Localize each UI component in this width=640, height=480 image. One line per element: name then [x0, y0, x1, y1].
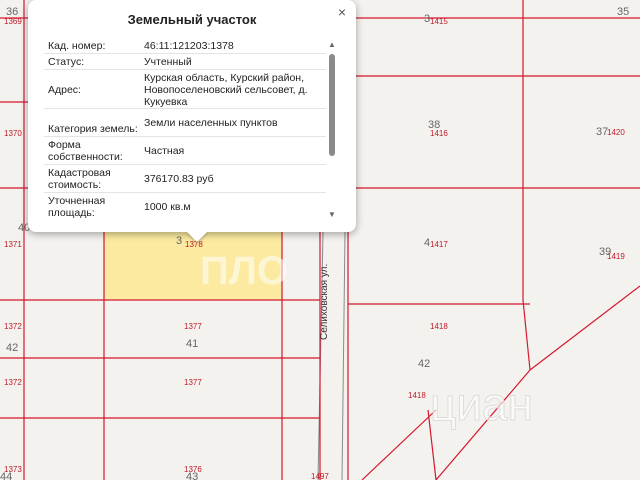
parcel-number: 1418	[430, 322, 448, 331]
detail-value: 376170.83 руб	[144, 173, 214, 185]
parcel-number: 1418	[408, 391, 426, 400]
parcel-number: 1377	[184, 322, 202, 331]
detail-value: 1000 кв.м	[144, 201, 191, 213]
parcel-number: 1369	[4, 17, 22, 26]
house-number: 41	[186, 338, 198, 350]
detail-value: Частная	[144, 145, 185, 157]
detail-row-status: Статус: Учтенный	[44, 54, 326, 70]
scroll-up-arrow-icon[interactable]: ▲	[326, 41, 338, 49]
detail-key: Форма собственности:	[48, 139, 123, 163]
watermark-top: ПЛО	[200, 249, 288, 293]
parcel-number: 1372	[4, 378, 22, 387]
popup-pointer	[186, 231, 208, 242]
scroll-thumb[interactable]	[329, 54, 335, 156]
parcel-info-popup: × Земельный участок Кад. номер: 46:11:12…	[28, 0, 356, 242]
detail-key: Уточненная площадь:	[48, 195, 106, 219]
house-number: 38	[428, 119, 440, 131]
popup-scrollbar[interactable]: ▲ ▼	[326, 38, 338, 220]
house-number: 42	[6, 342, 18, 354]
detail-value: Учтенный	[144, 56, 192, 68]
parcel-number: 1377	[184, 378, 202, 387]
house-number: 37	[596, 126, 608, 138]
detail-value: 46:11:121203:1378	[144, 40, 234, 52]
detail-key: Статус:	[48, 56, 85, 68]
house-number: 3	[424, 13, 430, 25]
house-number: 36	[6, 6, 18, 18]
house-number: 42	[418, 358, 430, 370]
parcel-number: 1415	[430, 17, 448, 26]
house-number: 44	[0, 471, 12, 480]
house-number: 39	[599, 246, 611, 258]
detail-key: Кад. номер:	[48, 40, 106, 52]
watermark-brand: циан	[430, 378, 533, 430]
detail-value: Курская область, Курский район, Новопосе…	[144, 71, 308, 108]
detail-row-cadastral-number: Кад. номер: 46:11:121203:1378	[44, 38, 326, 54]
detail-key: Категория земель:	[48, 123, 138, 135]
detail-row-address: Адрес: Курская область, Курский район, Н…	[44, 70, 326, 109]
detail-row-land-category: Категория земель: Земли населенных пункт…	[44, 109, 326, 137]
parcel-number: 1417	[430, 240, 448, 249]
popup-details[interactable]: Кад. номер: 46:11:121203:1378 Статус: Уч…	[44, 38, 326, 220]
house-number: 4	[424, 237, 430, 249]
parcel-number: 1497	[311, 472, 329, 480]
house-number: 43	[186, 471, 198, 480]
detail-row-cadastral-value: Кадастровая стоимость: 376170.83 руб	[44, 165, 326, 193]
street-label: Селиховская ул.	[319, 264, 330, 340]
parcel-number: 1370	[4, 129, 22, 138]
detail-key: Кадастровая стоимость:	[48, 167, 111, 191]
house-number: 3	[176, 235, 182, 247]
detail-row-ownership: Форма собственности: Частная	[44, 137, 326, 165]
scroll-down-arrow-icon[interactable]: ▼	[326, 211, 338, 219]
detail-key: Адрес:	[48, 83, 81, 96]
popup-title: Земельный участок	[127, 12, 257, 27]
detail-value: Земли населенных пунктов	[144, 117, 278, 129]
parcel-number: 1371	[4, 240, 22, 249]
parcel-number: 1420	[607, 128, 625, 137]
detail-row-area: Уточненная площадь: 1000 кв.м	[44, 193, 326, 220]
house-number: 35	[617, 6, 629, 18]
parcel-number: 1372	[4, 322, 22, 331]
